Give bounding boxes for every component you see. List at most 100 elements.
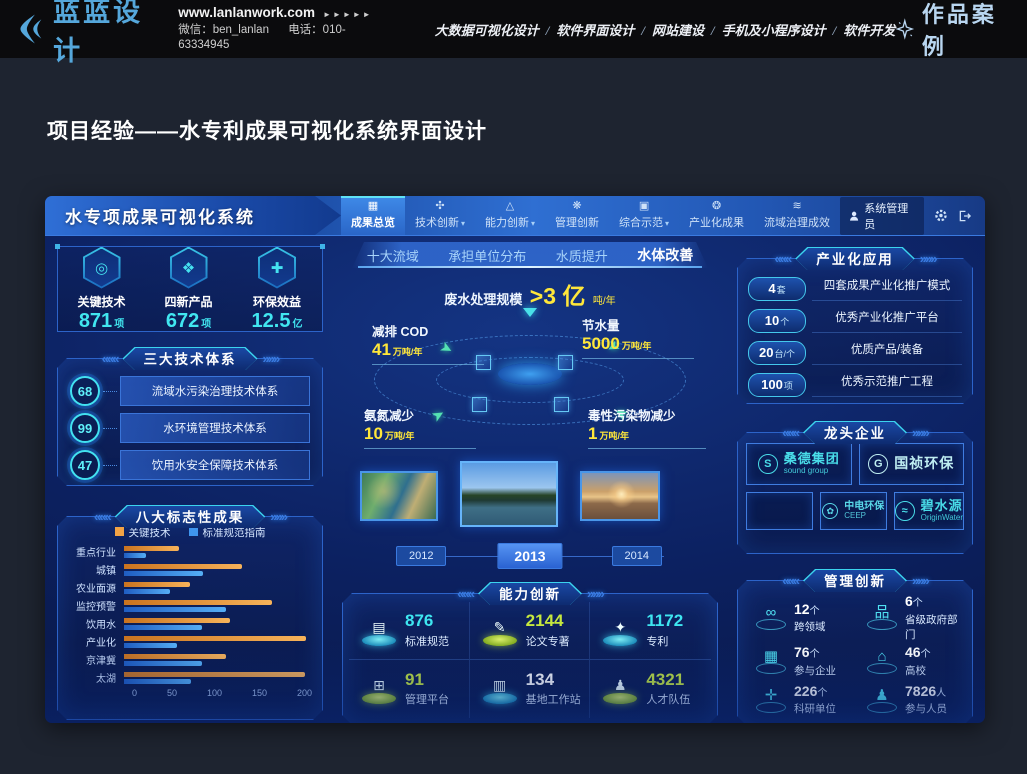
dashboard-body: ◎ 关键技术 871项 ❖ 四新产品 672项 ✚ 环保效益 12.5亿 ««« <box>45 236 985 723</box>
university-icon: ⌂ <box>877 648 886 665</box>
chart-category-label: 京津冀 <box>68 652 124 667</box>
management-section: ««« 管理创新 »»» ∞ 12个跨领域 品 6个省级政府部门 ▦ <box>737 580 973 723</box>
website-link[interactable]: www.lanlanwork.com <box>178 5 315 20</box>
bar-key-tech <box>124 672 305 677</box>
user-menu[interactable]: 系统管理员 <box>840 197 924 235</box>
nav-item-bigdata-visualization[interactable]: 大数据可视化设计 <box>435 23 539 38</box>
section-title: 产业化应用 <box>796 248 914 271</box>
nav-item-software-dev[interactable]: 软件开发 <box>843 23 895 38</box>
gear-icon[interactable] <box>934 208 948 223</box>
data-cube-icon <box>558 355 573 370</box>
dash-nav-overview[interactable]: ▦成果总览 <box>341 196 405 235</box>
workstation-doc-icon: ▥ <box>493 677 506 693</box>
management-stat-gov-depts: 品 6个省级政府部门 <box>855 593 966 642</box>
count-badge: 4套 <box>748 277 806 301</box>
dash-nav-capability-innovation[interactable]: △能力创新▾ <box>475 196 545 235</box>
cases-link[interactable]: 作品案例 <box>895 0 1011 61</box>
bar-standards <box>124 625 202 630</box>
capability-innovation-icon: △ <box>506 201 514 212</box>
guozhen-icon: G <box>868 454 888 474</box>
chart-category-label: 农业面源 <box>68 580 124 595</box>
bar-key-tech <box>124 564 242 569</box>
tech-system-row: 99 水环境管理技术体系 <box>70 413 310 443</box>
year-button-2012[interactable]: 2012 <box>396 546 446 566</box>
logo-ceep[interactable]: ✿ 中电环保CEEP <box>820 492 887 530</box>
nav-item-software-ui[interactable]: 软件界面设计 <box>556 23 634 38</box>
wastewater-headline: 废水处理规模 >3 亿 吨/年 <box>340 277 720 311</box>
capability-stat-standards: ▤ 876标准规范 <box>349 602 470 660</box>
tech-system-count: 68 <box>70 376 100 406</box>
bar-standards <box>124 589 170 594</box>
enterprise-building-icon: ▦ <box>764 648 778 665</box>
nav-item-mobile-miniprogram[interactable]: 手机及小程序设计 <box>722 23 826 38</box>
bar-key-tech <box>124 618 230 623</box>
count-badge: 20台/个 <box>748 341 806 365</box>
legend-swatch-blue <box>189 527 198 536</box>
photo-2013[interactable] <box>460 461 558 527</box>
tab-unit-distribution[interactable]: 承担单位分布 <box>448 246 526 265</box>
bar-standards <box>124 571 203 576</box>
overview-grid-icon: ▦ <box>368 201 378 212</box>
brand-logo[interactable]: 蓝蓝设计 <box>14 0 160 68</box>
dash-nav-management-innovation[interactable]: ❋管理创新 <box>545 196 609 235</box>
top-stats-box: ◎ 关键技术 871项 ❖ 四新产品 672项 ✚ 环保效益 12.5亿 <box>57 246 323 332</box>
bar-standards <box>124 679 191 684</box>
enterprises-section: ««« 龙头企业 »»» S 桑德集团sound group G 国祯环保 <box>737 432 973 554</box>
count-badge: 100项 <box>748 373 806 397</box>
capability-stat-patents: ✦ 1172专利 <box>590 602 711 660</box>
logo-originwater[interactable]: ≈ 碧水源OriginWater <box>894 492 964 530</box>
section-title: 管理创新 <box>804 570 906 593</box>
chart-category-label: 重点行业 <box>68 544 124 559</box>
new-products-icon: ❖ <box>182 259 195 277</box>
stat-label: 四新产品 <box>165 293 213 310</box>
chart-row: 京津冀 <box>68 652 312 667</box>
center-column: 十大流域 承担单位分布 水质提升 水体改善 废水处理规模 >3 亿 吨/年 ➤ <box>340 242 720 723</box>
management-stat-enterprises: ▦ 76个参与企业 <box>744 642 855 681</box>
chart-row: 饮用水 <box>68 616 312 631</box>
radar-diagram: ➤ ➤ ➤ ➤ 减排 COD 41万吨/年 节水量 5000万吨/年 氨氮减少 … <box>340 311 720 451</box>
metric-ammonia-reduction: 氨氮减少 10万吨/年 <box>364 405 476 449</box>
photo-2012[interactable] <box>360 471 438 521</box>
year-button-2014[interactable]: 2014 <box>612 546 662 566</box>
logo-sound-group[interactable]: S 桑德集团sound group <box>746 443 852 485</box>
cases-label: 作品案例 <box>922 0 1011 61</box>
eco-benefit-icon: ✚ <box>271 259 284 277</box>
tab-water-quality[interactable]: 水质提升 <box>556 246 608 265</box>
dash-nav-comprehensive-demo[interactable]: ▣综合示范▾ <box>609 196 679 235</box>
dash-nav-watershed-governance[interactable]: ≋流域治理成效 <box>754 196 840 235</box>
nav-item-website[interactable]: 网站建设 <box>652 23 704 38</box>
industrialization-row: 10个 优秀产业化推广平台 <box>748 309 962 333</box>
dash-nav-tech-innovation[interactable]: ✣技术创新▾ <box>405 196 475 235</box>
data-cube-icon <box>554 397 569 412</box>
ceep-flower-icon: ✿ <box>822 503 838 519</box>
logo-guozhen-env[interactable]: G 国祯环保 <box>859 443 965 485</box>
capability-stat-talent: ♟ 4321人才队伍 <box>590 660 711 718</box>
stat-new-products: ❖ 四新产品 672项 <box>165 247 213 332</box>
user-name: 系统管理员 <box>864 200 915 232</box>
year-button-2013[interactable]: 2013 <box>497 543 562 569</box>
photo-2014[interactable] <box>580 471 660 521</box>
papers-pen-icon: ✎ <box>494 619 506 635</box>
logo-empty-slot[interactable] <box>746 492 813 530</box>
section-title: 能力创新 <box>479 583 581 606</box>
logout-icon[interactable] <box>958 209 972 223</box>
stat-eco-benefit: ✚ 环保效益 12.5亿 <box>252 247 303 332</box>
dashboard-user-area: 系统管理员 <box>840 196 985 235</box>
left-column: ◎ 关键技术 871项 ❖ 四新产品 672项 ✚ 环保效益 12.5亿 ««« <box>57 246 323 720</box>
stat-label: 环保效益 <box>253 293 301 310</box>
section-title: 八大标志性成果 <box>116 506 265 529</box>
metric-water-saving: 节水量 5000万吨/年 <box>582 315 694 359</box>
chart-x-axis: 050100150200 <box>132 688 312 698</box>
dashboard-title: 水专项成果可视化系统 <box>45 196 341 235</box>
user-icon <box>849 210 859 222</box>
research-microscope-icon: ✛ <box>765 687 778 704</box>
achievements-chart: 关键技术 标准规范指南 重点行业 城镇 农业面源 监控预警 饮用水 产业化 京津… <box>57 516 323 720</box>
contact-info: www.lanlanwork.com►►►►► 微信：ben_lanlan 电话… <box>178 4 389 53</box>
tab-water-improvement[interactable]: 水体改善 <box>637 245 693 265</box>
tab-ten-basins[interactable]: 十大流域 <box>367 246 419 265</box>
chart-row: 监控预警 <box>68 598 312 613</box>
industrialization-medal-icon: ❂ <box>712 201 721 212</box>
dashboard-header: 水专项成果可视化系统 ▦成果总览 ✣技术创新▾ △能力创新▾ ❋管理创新 ▣综合… <box>45 196 985 236</box>
tech-innovation-icon: ✣ <box>435 201 444 212</box>
dash-nav-industrialization[interactable]: ❂产业化成果 <box>679 196 754 235</box>
